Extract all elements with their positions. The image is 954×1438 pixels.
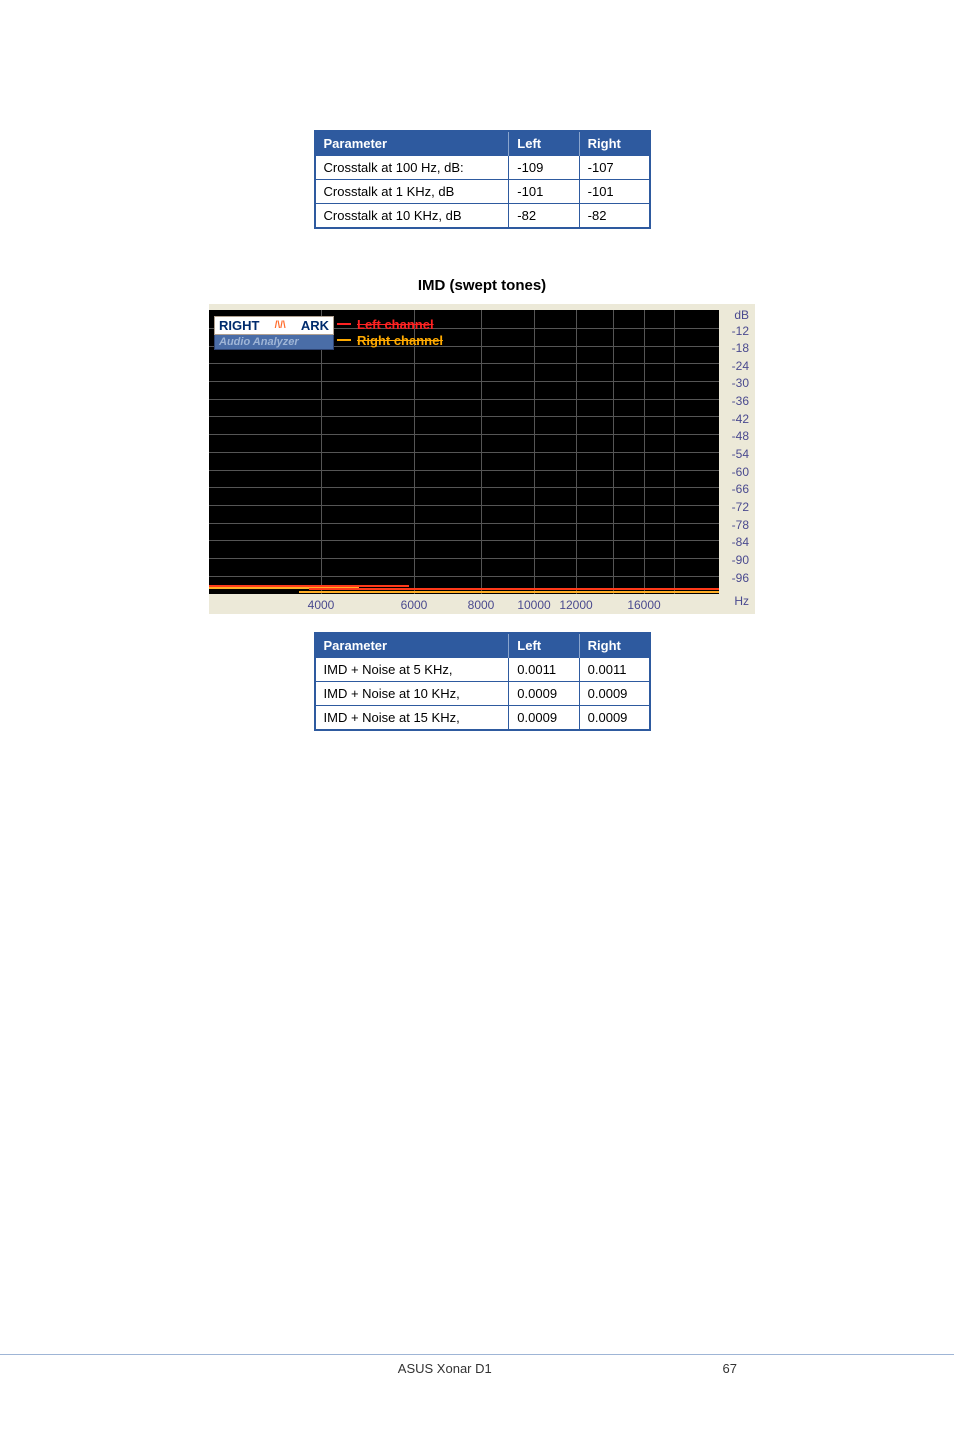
x-unit: Hz (734, 594, 749, 608)
table-row: IMD + Noise at 10 KHz, 0.0009 0.0009 (315, 682, 650, 706)
logo-sub: Audio Analyzer (214, 335, 334, 350)
table-row: IMD + Noise at 5 KHz, 0.0011 0.0011 (315, 658, 650, 682)
chart-legend: Left channel Right channel (337, 316, 443, 348)
footer-page: 67 (723, 1361, 737, 1376)
footer-product: ASUS Xonar D1 (398, 1361, 492, 1376)
logo-mark-icon: /\/\ (275, 321, 286, 331)
crosstalk-table: Parameter Left Right Crosstalk at 100 Hz… (314, 130, 651, 229)
y-axis: dB -12 -18 -24 -30 -36 -42 -48 -54 -60 -… (723, 310, 753, 614)
col-right: Right (579, 633, 649, 658)
chart-title: IMD (swept tones) (200, 277, 764, 294)
legend-swatch-right (337, 339, 351, 341)
col-parameter: Parameter (315, 131, 509, 156)
col-left: Left (509, 633, 579, 658)
table-row: IMD + Noise at 15 KHz, 0.0009 0.0009 (315, 706, 650, 731)
x-axis: 4000 6000 8000 10000 12000 16000 (209, 596, 719, 614)
trace-left-channel (209, 585, 409, 587)
col-parameter: Parameter (315, 633, 509, 658)
page-footer: ASUS Xonar D1 67 (0, 1354, 954, 1376)
imd-noise-table: Parameter Left Right IMD + Noise at 5 KH… (314, 632, 651, 731)
imd-chart: RIGHT /\/\ ARK Audio Analyzer Left chann… (209, 304, 755, 614)
y-unit: dB (734, 308, 749, 322)
table-row: Crosstalk at 100 Hz, dB: -109 -107 (315, 156, 650, 180)
legend-right-label: Right channel (357, 333, 443, 348)
col-left: Left (509, 131, 579, 156)
rightmark-logo: RIGHT /\/\ ARK Audio Analyzer (214, 316, 334, 350)
plot-area: RIGHT /\/\ ARK Audio Analyzer Left chann… (209, 310, 719, 594)
col-right: Right (579, 131, 649, 156)
logo-ark: ARK (301, 318, 329, 333)
legend-swatch-left (337, 323, 351, 325)
table-row: Crosstalk at 10 KHz, dB -82 -82 (315, 204, 650, 229)
legend-left-label: Left channel (357, 317, 434, 332)
table-row: Crosstalk at 1 KHz, dB -101 -101 (315, 180, 650, 204)
logo-right: RIGHT (219, 318, 259, 333)
